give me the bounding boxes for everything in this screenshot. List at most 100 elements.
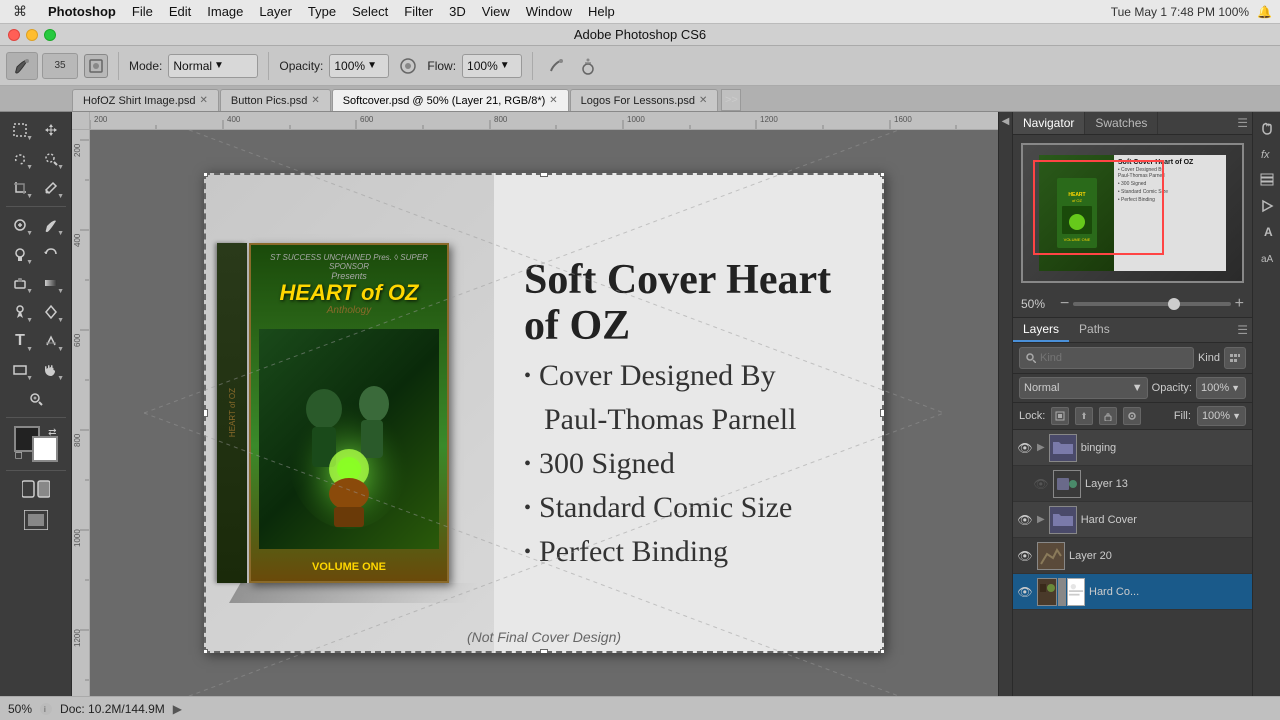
brush-preset-picker[interactable] <box>6 52 38 80</box>
menu-file[interactable]: File <box>124 0 161 24</box>
menu-help[interactable]: Help <box>580 0 623 24</box>
expand-arrow-binging[interactable]: ▶ <box>1037 442 1045 453</box>
quick-select-tool[interactable]: ▼ <box>36 145 66 173</box>
layer-item-layer20[interactable]: 👁 Layer 20 <box>1013 538 1252 574</box>
background-color[interactable] <box>32 436 58 462</box>
close-button[interactable] <box>8 29 20 41</box>
menu-type[interactable]: Type <box>300 0 344 24</box>
swap-colors-button[interactable]: ⇄ <box>48 427 56 438</box>
panel-tab-options[interactable]: ☰ <box>1237 112 1252 134</box>
tab-hofoz-close[interactable]: ✕ <box>200 95 208 106</box>
layer-visibility-hardcover[interactable]: 👁 <box>1017 512 1033 528</box>
panel-icon-3[interactable] <box>1255 168 1279 192</box>
layers-tab[interactable]: Layers <box>1013 318 1069 342</box>
tab-softcover[interactable]: Softcover.psd @ 50% (Layer 21, RGB/8*) ✕ <box>332 89 569 111</box>
history-brush[interactable] <box>36 240 66 268</box>
panel-icon-6[interactable]: aA <box>1255 246 1279 270</box>
type-tool[interactable]: T ▼ <box>5 327 35 355</box>
tab-logos[interactable]: Logos For Lessons.psd ✕ <box>570 89 719 111</box>
menu-view[interactable]: View <box>474 0 518 24</box>
gradient-tool[interactable]: ▼ <box>36 269 66 297</box>
marquee-tool[interactable]: ▼ <box>5 116 35 144</box>
tab-button-close[interactable]: ✕ <box>311 95 319 106</box>
statusbar-info-button[interactable]: i <box>40 703 52 715</box>
layer-visibility-hardco[interactable]: 👁 <box>1017 584 1033 600</box>
panel-collapse-handle[interactable]: ◀ <box>998 112 1012 696</box>
tab-logos-close[interactable]: ✕ <box>699 95 707 106</box>
layer-expand-hardcover[interactable]: ▶ <box>1037 514 1045 525</box>
layer-item-hardco[interactable]: 👁 <box>1013 574 1252 610</box>
menu-filter[interactable]: Filter <box>396 0 441 24</box>
panel-icon-1[interactable] <box>1255 116 1279 140</box>
lock-extra-button[interactable] <box>1123 407 1141 425</box>
move-tool[interactable] <box>36 116 66 144</box>
lock-all-button[interactable] <box>1099 407 1117 425</box>
canvas-viewport[interactable]: HEART of OZ ST SUCCESS UNCHAINED Pres. ◊… <box>90 130 998 696</box>
menu-select[interactable]: Select <box>344 0 396 24</box>
fg-bg-color-picker[interactable]: ⇄ ◻ <box>14 426 58 462</box>
panel-icon-2[interactable]: fx <box>1255 142 1279 166</box>
dodge-tool[interactable]: ▼ <box>5 298 35 326</box>
opacity-dropdown[interactable]: 100% ▼ <box>329 54 389 78</box>
layer-item-layer13[interactable]: 👁 Layer 13 <box>1013 466 1252 502</box>
layer-search-box[interactable] <box>1019 347 1194 369</box>
tablet-pressure-size[interactable] <box>575 53 601 79</box>
layers-panel-options[interactable]: ☰ <box>1237 318 1252 342</box>
eyedropper-tool[interactable]: ▼ <box>36 174 66 202</box>
brush-size-display[interactable]: 35 <box>42 53 78 79</box>
lock-position-button[interactable] <box>1075 407 1093 425</box>
eraser-tool[interactable]: ▼ <box>5 269 35 297</box>
panel-icon-5[interactable]: A <box>1255 220 1279 244</box>
tablet-pressure-opacity[interactable] <box>543 53 569 79</box>
healing-brush[interactable]: ▼ <box>5 211 35 239</box>
brush-tool[interactable]: ▼ <box>36 211 66 239</box>
menu-3d[interactable]: 3D <box>441 0 474 24</box>
zoom-slider[interactable] <box>1073 302 1230 306</box>
zoom-in-button[interactable]: + <box>1235 295 1244 313</box>
menu-layer[interactable]: Layer <box>251 0 300 24</box>
minimize-button[interactable] <box>26 29 38 41</box>
layer-item-hardcover[interactable]: 👁 ▶ Hard Cover <box>1013 502 1252 538</box>
status-play-button[interactable]: ▶ <box>173 702 182 716</box>
lasso-tool[interactable]: ▼ <box>5 145 35 173</box>
quick-mask-toggle[interactable] <box>7 475 65 503</box>
panel-icon-4[interactable] <box>1255 194 1279 218</box>
flow-dropdown[interactable]: 100% ▼ <box>462 54 522 78</box>
brush-toggle-1[interactable] <box>84 54 108 78</box>
path-selection[interactable]: ▼ <box>36 327 66 355</box>
paths-tab[interactable]: Paths <box>1069 318 1120 342</box>
screen-mode-toggle[interactable] <box>7 506 65 534</box>
menu-edit[interactable]: Edit <box>161 0 199 24</box>
crop-tool[interactable]: ▼ <box>5 174 35 202</box>
navigator-tab[interactable]: Navigator <box>1013 112 1085 134</box>
reset-colors-button[interactable]: ◻ <box>15 450 23 461</box>
zoom-slider-thumb[interactable] <box>1168 298 1180 310</box>
expand-arrow-hardcover[interactable]: ▶ <box>1037 514 1045 525</box>
apple-menu[interactable]: ⌘ <box>0 3 40 20</box>
opacity-value-layers[interactable]: 100% ▼ <box>1196 377 1246 399</box>
rectangle-tool[interactable]: ▼ <box>5 356 35 384</box>
blend-mode-dropdown[interactable]: Normal ▼ <box>1019 377 1148 399</box>
menu-window[interactable]: Window <box>518 0 580 24</box>
fill-value[interactable]: 100% ▼ <box>1197 406 1246 426</box>
menu-photoshop[interactable]: Photoshop <box>40 0 124 24</box>
maximize-button[interactable] <box>44 29 56 41</box>
notification-icon[interactable]: 🔔 <box>1257 5 1272 19</box>
zoom-out-button[interactable]: − <box>1060 295 1069 313</box>
lock-pixels-button[interactable] <box>1051 407 1069 425</box>
kind-filter-dropdown[interactable] <box>1224 347 1246 369</box>
tab-button[interactable]: Button Pics.psd ✕ <box>220 89 331 111</box>
swatches-tab[interactable]: Swatches <box>1085 112 1158 134</box>
pen-tool[interactable]: ▼ <box>36 298 66 326</box>
airbrush-toggle[interactable] <box>395 53 421 79</box>
clone-stamp[interactable]: ▼ <box>5 240 35 268</box>
layer-expand-binging[interactable]: ▶ <box>1037 442 1045 453</box>
zoom-tool[interactable] <box>21 385 51 413</box>
tab-hofoz[interactable]: HofOZ Shirt Image.psd ✕ <box>72 89 219 111</box>
layer-visibility-layer20[interactable]: 👁 <box>1017 548 1033 564</box>
tabs-overflow-button[interactable]: >> <box>721 89 741 111</box>
layer-search-input[interactable] <box>1040 352 1187 364</box>
tab-softcover-close[interactable]: ✕ <box>549 95 557 106</box>
layer-visibility-binging[interactable]: 👁 <box>1017 440 1033 456</box>
layer-item-binging[interactable]: 👁 ▶ binging <box>1013 430 1252 466</box>
